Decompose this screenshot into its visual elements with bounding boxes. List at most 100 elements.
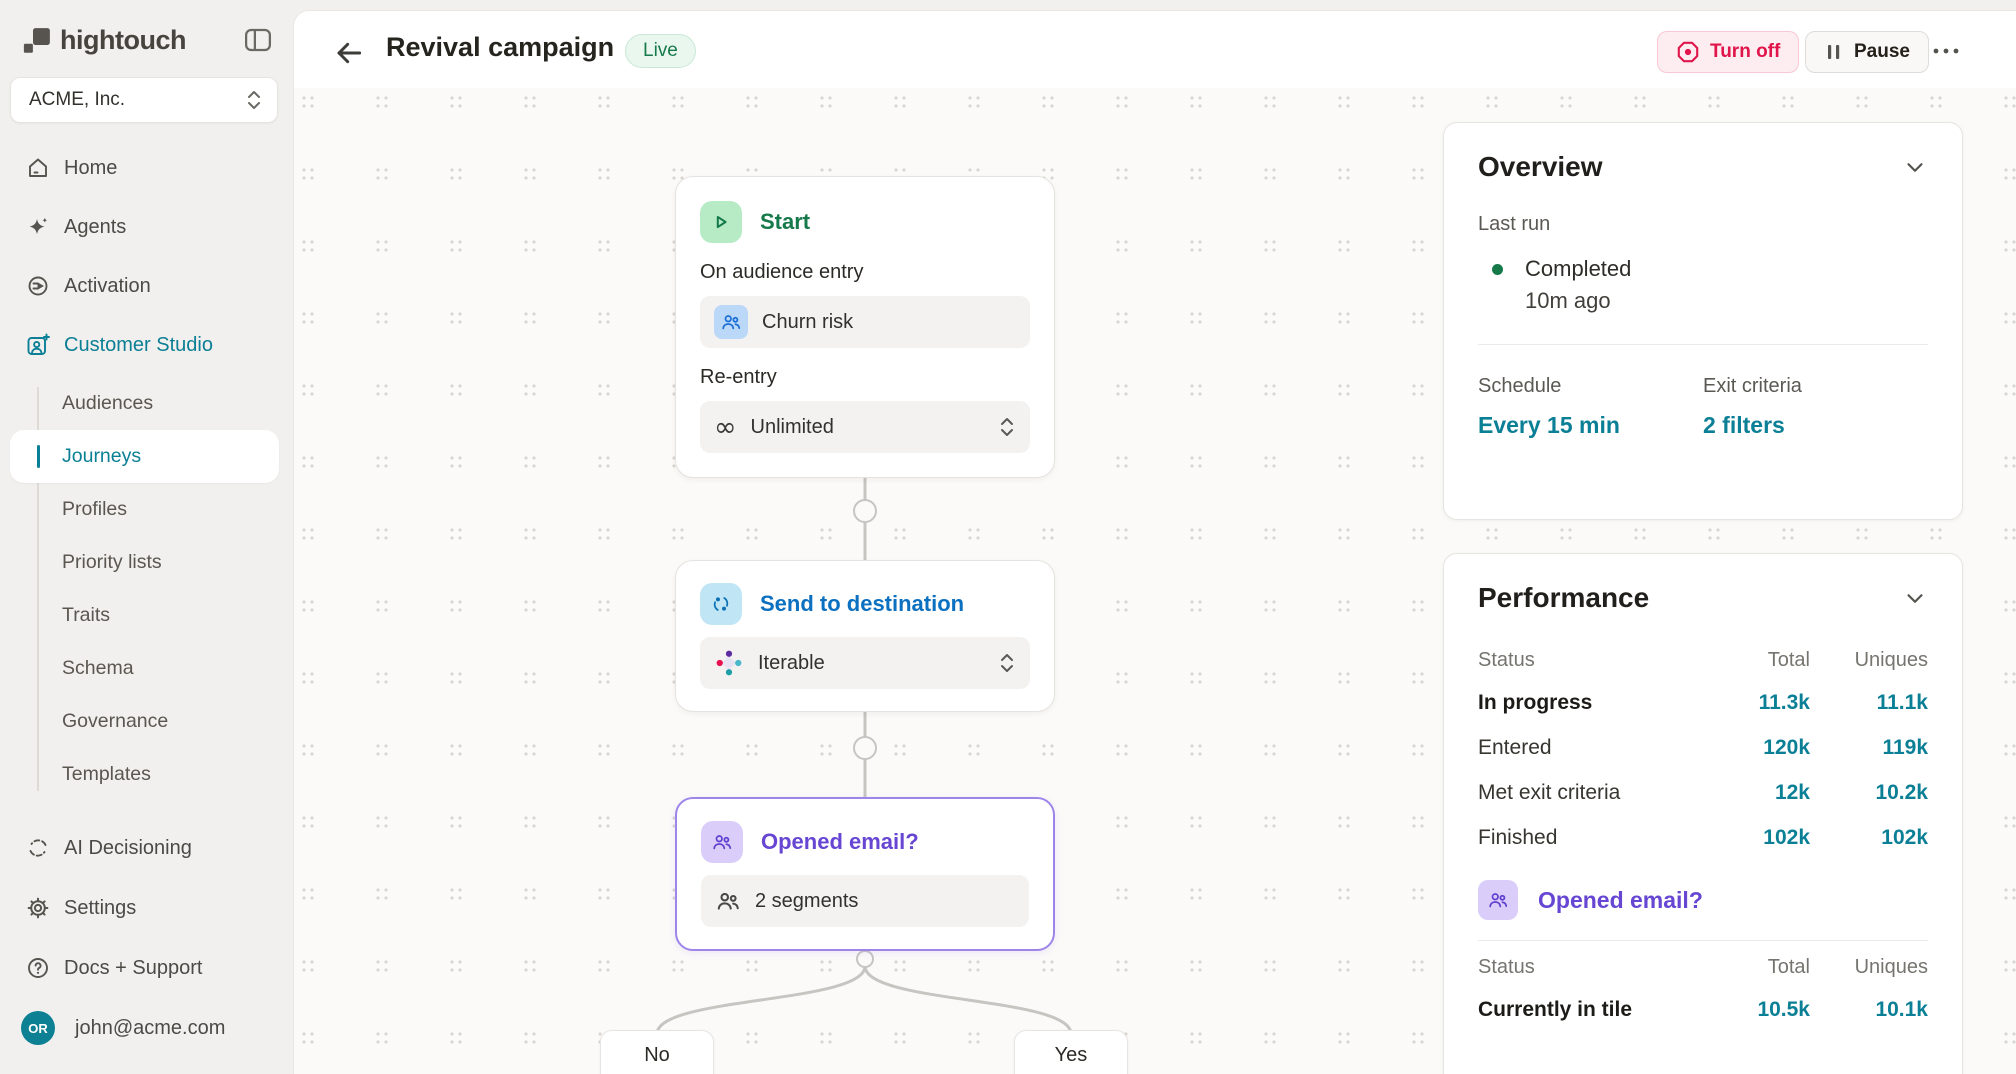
col-total: Total	[1700, 956, 1810, 979]
sidebar-item-label: Customer Studio	[64, 334, 213, 357]
exit-criteria-label: Exit criteria	[1703, 375, 1928, 398]
row-status: Met exit criteria	[1478, 781, 1700, 805]
more-options-button[interactable]	[1928, 38, 1964, 64]
performance-card: Performance Status Total Uniques In prog…	[1443, 553, 1963, 1074]
customer-studio-icon	[26, 333, 50, 357]
logo-wordmark: hightouch	[60, 25, 186, 56]
schedule-link[interactable]: Every 15 min	[1478, 412, 1703, 439]
overview-card: Overview Last run Completed 10m ago Sche…	[1443, 122, 1963, 520]
audience-name: Churn risk	[762, 311, 853, 334]
iterable-logo-icon	[714, 648, 744, 678]
loop-arrows-icon	[26, 836, 50, 860]
sub-item-label: Profiles	[62, 498, 127, 521]
sub-item-label: Audiences	[62, 392, 153, 415]
sidebar-item-schema[interactable]: Schema	[0, 642, 293, 695]
col-uniques: Uniques	[1810, 649, 1928, 672]
sidebar-item-governance[interactable]: Governance	[0, 695, 293, 748]
stop-octagon-icon	[1676, 40, 1700, 64]
sidebar-item-priority-lists[interactable]: Priority lists	[0, 536, 293, 589]
sidebar-item-ai-decisioning[interactable]: AI Decisioning	[0, 822, 293, 874]
branch-node[interactable]: Opened email? 2 segments	[675, 797, 1055, 951]
branch-node-title: Opened email?	[761, 829, 919, 855]
turn-off-button[interactable]: Turn off	[1657, 31, 1799, 73]
tile-users-icon	[1478, 880, 1518, 920]
sub-item-label: Journeys	[62, 445, 141, 468]
row-total[interactable]: 102k	[1700, 826, 1810, 850]
primary-nav: Home Agents Activation	[0, 142, 293, 371]
tile-title-link[interactable]: Opened email?	[1538, 887, 1703, 914]
back-button[interactable]	[333, 37, 365, 69]
sub-item-label: Priority lists	[62, 551, 162, 574]
destination-select[interactable]: Iterable	[700, 637, 1030, 689]
sidebar-toggle-icon[interactable]	[243, 25, 273, 55]
sidebar-item-label: AI Decisioning	[64, 837, 192, 860]
sidebar-item-label: Agents	[64, 216, 126, 239]
row-status: Currently in tile	[1478, 998, 1700, 1022]
sidebar-item-label: Activation	[64, 275, 151, 298]
row-total[interactable]: 11.3k	[1700, 691, 1810, 715]
collapse-overview-button[interactable]	[1902, 154, 1928, 180]
sidebar-item-account[interactable]: OR john@acme.com	[0, 1002, 293, 1054]
row-total[interactable]: 10.5k	[1700, 998, 1810, 1022]
col-total: Total	[1700, 649, 1810, 672]
play-icon	[700, 201, 742, 243]
sidebar-item-customer-studio[interactable]: Customer Studio	[0, 319, 293, 371]
branch-no-node[interactable]: No	[600, 1030, 714, 1074]
status-badge: Live	[625, 34, 696, 68]
sidebar-item-journeys[interactable]: Journeys	[10, 430, 279, 483]
destination-node[interactable]: Send to destination Iterable	[675, 560, 1055, 712]
row-status: In progress	[1478, 691, 1700, 715]
table-row: In progress 11.3k 11.1k	[1478, 680, 1928, 725]
sidebar-item-profiles[interactable]: Profiles	[0, 483, 293, 536]
pause-button[interactable]: Pause	[1805, 31, 1929, 73]
branch-yes-node[interactable]: Yes	[1014, 1030, 1128, 1074]
row-total[interactable]: 120k	[1700, 736, 1810, 760]
entry-label: On audience entry	[700, 261, 1030, 284]
sidebar-item-docs-support[interactable]: Docs + Support	[0, 942, 293, 994]
table-row: Finished 102k 102k	[1478, 815, 1928, 860]
last-run-status: Completed	[1525, 256, 1631, 282]
row-total[interactable]: 12k	[1700, 781, 1810, 805]
overview-title: Overview	[1478, 151, 1603, 183]
sidebar-item-settings[interactable]: Settings	[0, 882, 293, 934]
sidebar-item-agents[interactable]: Agents	[0, 201, 293, 253]
reentry-label: Re-entry	[700, 366, 1030, 389]
workspace-name: ACME, Inc.	[29, 89, 245, 111]
row-uniques[interactable]: 102k	[1810, 826, 1928, 850]
exit-criteria-link[interactable]: 2 filters	[1703, 412, 1928, 439]
segments-field[interactable]: 2 segments	[701, 875, 1029, 927]
sidebar-item-home[interactable]: Home	[0, 142, 293, 194]
table-row: Currently in tile 10.5k 10.1k	[1478, 987, 1928, 1032]
performance-title: Performance	[1478, 582, 1649, 614]
sidebar: hightouch ACME, Inc. Home	[0, 0, 293, 1074]
audience-users-icon	[714, 305, 748, 339]
row-status: Entered	[1478, 736, 1700, 760]
sidebar-item-audiences[interactable]: Audiences	[0, 377, 293, 430]
arrow-left-icon	[333, 37, 365, 69]
sidebar-item-templates[interactable]: Templates	[0, 748, 293, 801]
activation-icon	[26, 274, 50, 298]
workspace-selector[interactable]: ACME, Inc.	[10, 77, 278, 123]
row-uniques[interactable]: 11.1k	[1810, 691, 1928, 715]
sidebar-item-traits[interactable]: Traits	[0, 589, 293, 642]
row-uniques[interactable]: 10.2k	[1810, 781, 1928, 805]
sidebar-item-label: Docs + Support	[64, 957, 202, 980]
user-email: john@acme.com	[75, 1017, 225, 1040]
row-uniques[interactable]: 119k	[1810, 736, 1928, 760]
collapse-performance-button[interactable]	[1902, 585, 1928, 611]
reentry-select[interactable]: ∞ Unlimited	[700, 401, 1030, 453]
destination-name: Iterable	[758, 652, 984, 675]
gear-icon	[26, 896, 50, 920]
row-uniques[interactable]: 10.1k	[1810, 998, 1928, 1022]
table-row: Met exit criteria 12k 10.2k	[1478, 770, 1928, 815]
infinity-icon: ∞	[714, 414, 737, 441]
customer-studio-subnav: Audiences Journeys Profiles Priority lis…	[0, 377, 293, 801]
logo[interactable]: hightouch	[22, 20, 273, 60]
audience-field[interactable]: Churn risk	[700, 296, 1030, 348]
sub-item-label: Templates	[62, 763, 151, 786]
sidebar-item-activation[interactable]: Activation	[0, 260, 293, 312]
divider	[1478, 940, 1928, 941]
sidebar-item-label: Home	[64, 157, 117, 180]
start-node[interactable]: Start On audience entry Churn risk Re-en…	[675, 176, 1055, 478]
last-run-label: Last run	[1478, 213, 1928, 236]
